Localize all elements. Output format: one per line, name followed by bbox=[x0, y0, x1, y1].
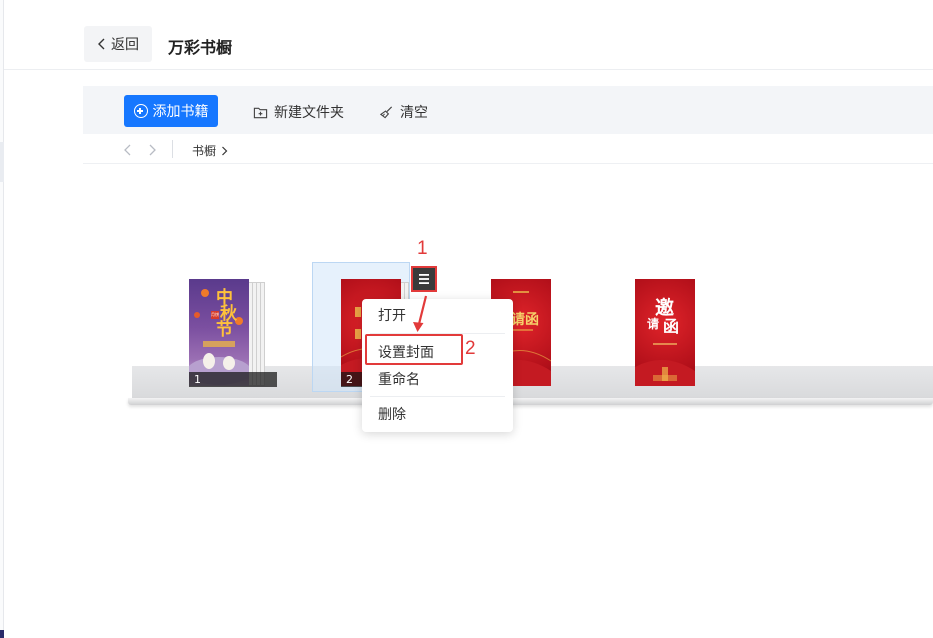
annotation-arrow-icon bbox=[413, 295, 428, 332]
hamburger-icon bbox=[419, 274, 429, 284]
path-bar: 书橱 bbox=[83, 137, 933, 164]
new-folder-label: 新建文件夹 bbox=[274, 105, 344, 121]
clear-label: 清空 bbox=[400, 105, 428, 121]
book-context-menu: 打开 设置封面 重命名 删除 bbox=[362, 299, 513, 432]
book-cover: 邀 请 函 bbox=[635, 279, 695, 386]
back-arrow-icon[interactable] bbox=[121, 143, 135, 157]
book-cover: 中 秋 节 月饼 bbox=[189, 279, 249, 386]
book-item[interactable]: 邀 请 函 bbox=[635, 279, 695, 387]
add-book-button[interactable]: 添加书籍 bbox=[124, 95, 218, 127]
toolbar: 添加书籍 新建文件夹 清空 bbox=[83, 86, 933, 134]
left-sidebar-edge bbox=[0, 0, 4, 638]
bookcase-page: 返回 万彩书橱 添加书籍 新建文件夹 清空 书橱 中 秋 节 月饼 1 2 邀请… bbox=[0, 0, 933, 638]
set-cover-highlight-box bbox=[365, 334, 463, 365]
add-book-label: 添加书籍 bbox=[152, 104, 209, 120]
book-menu-button[interactable] bbox=[411, 266, 437, 292]
cover-title-char: 节 bbox=[216, 320, 233, 340]
cover-title-char: 请 bbox=[647, 317, 660, 331]
clear-button[interactable]: 清空 bbox=[379, 102, 428, 122]
back-button[interactable]: 返回 bbox=[84, 26, 152, 62]
book-number: 1 bbox=[189, 372, 277, 387]
menu-item-open[interactable]: 打开 bbox=[362, 302, 513, 330]
step-1-annotation: 1 bbox=[417, 238, 428, 259]
page-title: 万彩书橱 bbox=[168, 38, 233, 57]
folder-plus-icon bbox=[253, 107, 268, 118]
book-item[interactable]: 中 秋 节 月饼 1 bbox=[189, 279, 279, 387]
breadcrumb[interactable]: 书橱 bbox=[192, 142, 229, 159]
menu-divider bbox=[370, 396, 505, 397]
new-folder-button[interactable]: 新建文件夹 bbox=[253, 102, 344, 122]
page-header: 返回 万彩书橱 bbox=[4, 0, 933, 70]
menu-item-delete[interactable]: 删除 bbox=[362, 401, 513, 429]
sidebar-highlight bbox=[0, 142, 4, 182]
path-separator bbox=[172, 140, 173, 158]
back-button-label: 返回 bbox=[111, 37, 139, 53]
cover-badge: 月饼 bbox=[211, 312, 219, 317]
step-2-annotation: 2 bbox=[465, 338, 476, 359]
chevron-right-icon bbox=[222, 146, 228, 155]
broom-icon bbox=[379, 105, 393, 118]
add-circle-icon bbox=[133, 104, 148, 118]
forward-arrow-icon[interactable] bbox=[145, 143, 159, 157]
chevron-left-icon bbox=[98, 38, 105, 50]
breadcrumb-label: 书橱 bbox=[192, 144, 217, 158]
menu-item-rename[interactable]: 重命名 bbox=[362, 366, 513, 394]
cover-title-char: 函 bbox=[663, 317, 680, 336]
shelf-edge bbox=[128, 398, 933, 405]
sidebar-corner bbox=[0, 630, 4, 638]
